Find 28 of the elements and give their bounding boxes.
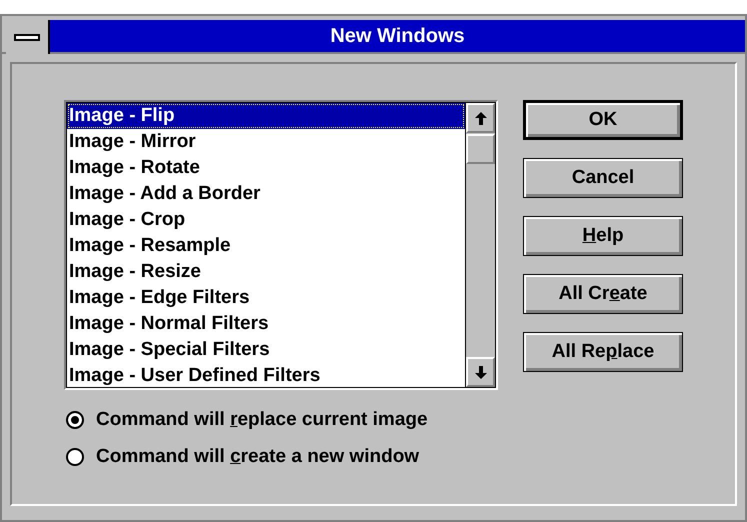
radio-button[interactable]	[66, 411, 84, 430]
radio-label[interactable]: Command will create a new window	[96, 442, 420, 471]
list-item[interactable]: Image - Flip	[67, 103, 465, 129]
dialog-button[interactable]: Cancel	[523, 158, 683, 198]
down-arrow-icon	[474, 366, 486, 378]
scroll-up-button[interactable]	[466, 103, 495, 133]
list-item[interactable]: Image - Normal Filters	[67, 311, 465, 337]
list-item[interactable]: Image - Special Filters	[67, 337, 465, 363]
list-item[interactable]: Image - Rotate	[67, 155, 465, 181]
radio-button[interactable]	[66, 448, 84, 466]
list-item[interactable]: Image - User Defined Filters	[67, 363, 465, 387]
list-item[interactable]: Image - Resize	[67, 259, 465, 285]
dialog-button[interactable]: Help	[523, 216, 683, 256]
dialog-button[interactable]: All Replace	[523, 332, 683, 372]
list-item[interactable]: Image - Mirror	[67, 129, 465, 155]
scroll-thumb[interactable]	[466, 134, 495, 164]
scroll-down-button[interactable]	[466, 357, 495, 387]
scrollbar[interactable]	[466, 102, 496, 388]
window-title: New Windows	[330, 24, 465, 49]
radio-label[interactable]: Command will replace current image	[96, 406, 428, 434]
list-item[interactable]: Image - Edge Filters	[67, 285, 465, 311]
list-item[interactable]: Image - Resample	[67, 233, 465, 259]
minus-icon	[14, 34, 40, 40]
dialog-button[interactable]: All Create	[523, 274, 683, 314]
list-item[interactable]: Image - Crop	[67, 207, 465, 233]
dialog-button[interactable]: OK	[523, 100, 683, 140]
up-arrow-icon	[474, 112, 486, 124]
list-item[interactable]: Image - Add a Border	[67, 181, 465, 207]
